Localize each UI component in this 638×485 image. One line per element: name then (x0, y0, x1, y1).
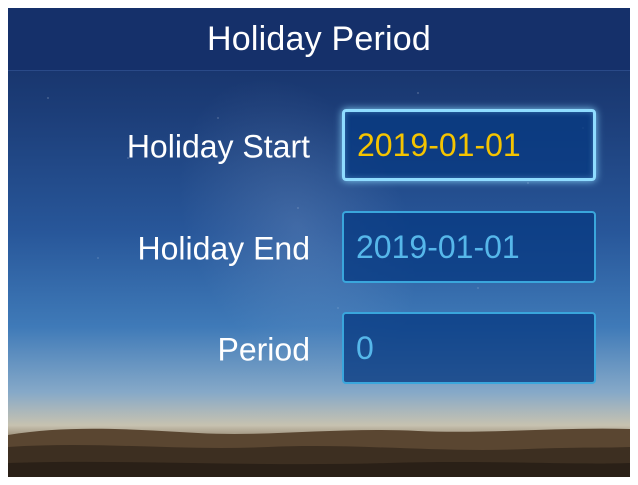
holiday-end-label: Holiday End (137, 230, 310, 267)
period-field[interactable]: 0 (342, 312, 596, 384)
holiday-end-row: Holiday End 2019-01-01 (8, 211, 630, 287)
holiday-start-label: Holiday Start (126, 128, 310, 165)
period-row: Period 0 (8, 312, 630, 388)
holiday-start-field[interactable]: 2019-01-01 (342, 109, 596, 181)
page-title: Holiday Period (207, 19, 431, 58)
device-screen: Holiday Period Holiday Start 2019-01-01 … (8, 8, 630, 477)
period-label: Period (217, 331, 311, 368)
title-bar: Holiday Period (8, 8, 630, 71)
holiday-start-row: Holiday Start 2019-01-01 (8, 109, 630, 185)
landscape-horizon (8, 428, 630, 477)
holiday-end-field[interactable]: 2019-01-01 (342, 211, 596, 283)
